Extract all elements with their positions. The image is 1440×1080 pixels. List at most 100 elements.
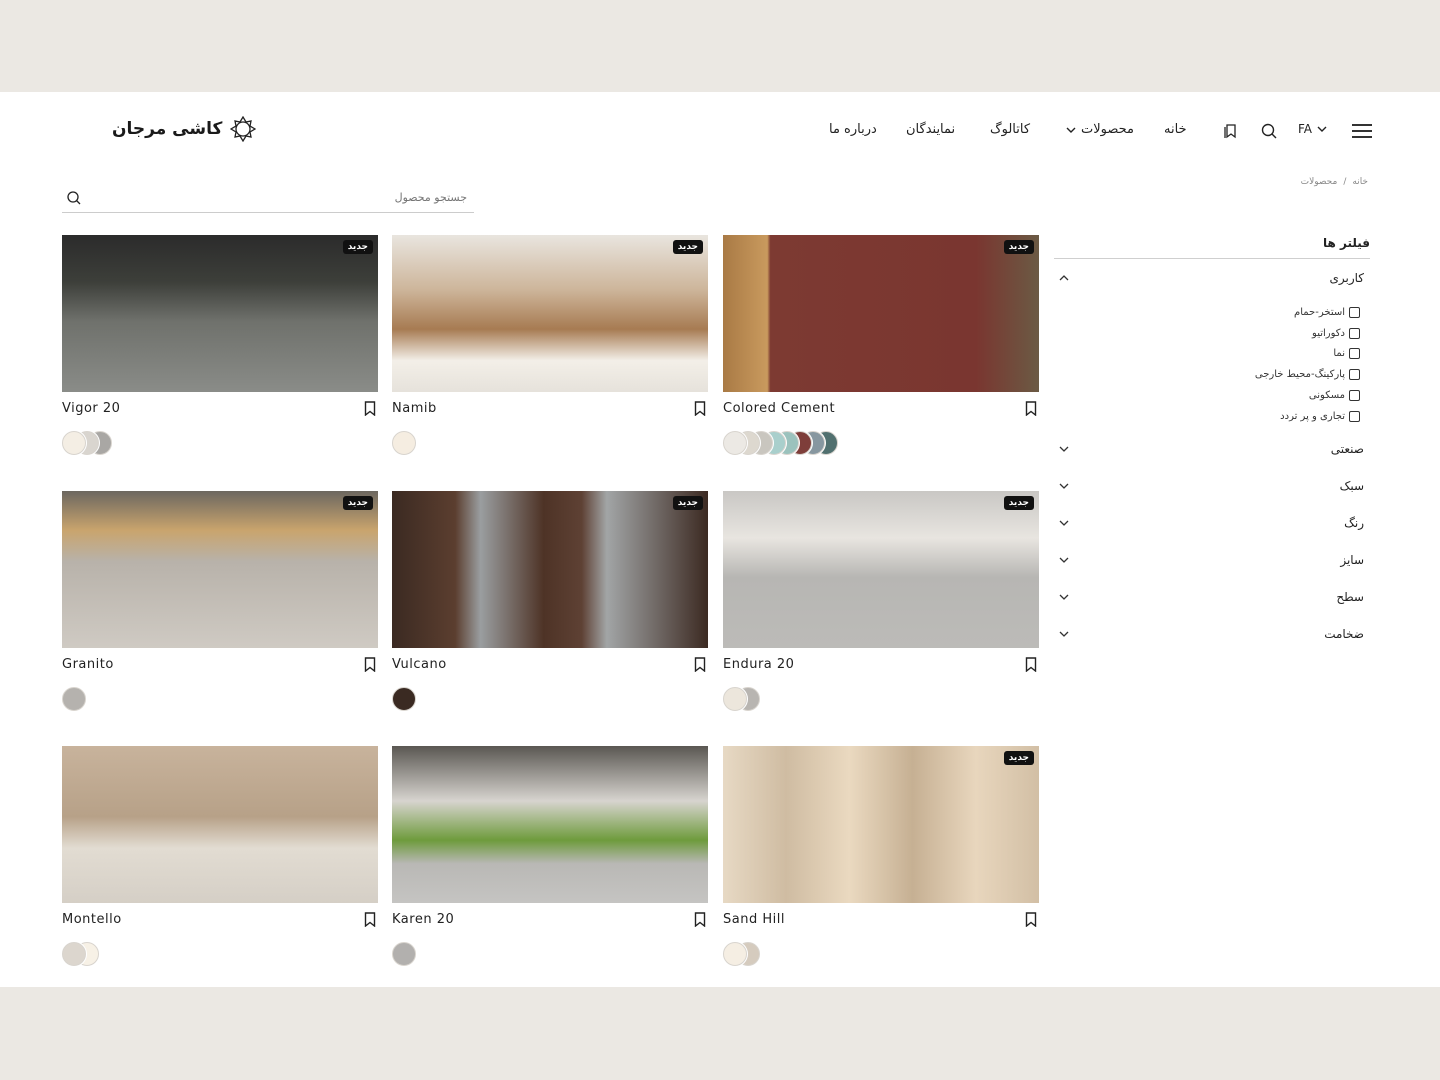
product-card[interactable]: جدید Endura 20 bbox=[723, 491, 1039, 713]
bookmark-icon[interactable] bbox=[694, 912, 706, 927]
product-card[interactable]: جدید Sand Hill bbox=[723, 746, 1039, 968]
language-switcher[interactable]: FA bbox=[1298, 122, 1328, 136]
color-swatches bbox=[723, 687, 760, 711]
product-image[interactable]: جدید bbox=[723, 491, 1039, 648]
product-name[interactable]: Colored Cement bbox=[723, 401, 835, 416]
color-swatches bbox=[62, 942, 99, 966]
new-badge: جدید bbox=[672, 496, 703, 510]
product-name[interactable]: Montello bbox=[62, 912, 122, 927]
product-name[interactable]: Karen 20 bbox=[392, 912, 454, 927]
checkbox[interactable] bbox=[1349, 348, 1360, 360]
facet-usage-label: کاربری bbox=[1329, 270, 1364, 285]
search-icon[interactable] bbox=[66, 190, 82, 206]
menu-icon[interactable] bbox=[1352, 124, 1372, 138]
product-name[interactable]: Vigor 20 bbox=[62, 401, 120, 416]
checkbox[interactable] bbox=[1349, 410, 1360, 422]
bookmark-icon[interactable] bbox=[364, 912, 376, 927]
new-badge: جدید bbox=[342, 240, 373, 254]
breadcrumb-home[interactable]: خانه bbox=[1352, 177, 1368, 187]
bookmark-icon[interactable] bbox=[1025, 912, 1037, 927]
nav-about[interactable]: درباره ما bbox=[829, 122, 877, 137]
product-name[interactable]: Sand Hill bbox=[723, 912, 785, 927]
chevron-up-icon bbox=[1059, 274, 1069, 280]
checkbox[interactable] bbox=[1349, 369, 1360, 381]
color-swatches bbox=[392, 431, 416, 455]
facet-label: سبک bbox=[1339, 479, 1364, 494]
color-swatches bbox=[62, 431, 112, 455]
nav-products[interactable]: محصولات bbox=[1065, 122, 1134, 137]
facet-usage[interactable]: کاربری bbox=[1054, 259, 1370, 296]
product-card[interactable]: Montello bbox=[62, 746, 378, 968]
search-icon[interactable] bbox=[1260, 122, 1278, 140]
bookmark-icon[interactable] bbox=[364, 657, 376, 672]
facet-style[interactable]: سبک bbox=[1054, 468, 1370, 505]
color-swatches bbox=[723, 942, 760, 966]
facet-label: صنعتی bbox=[1330, 442, 1364, 457]
facet-size[interactable]: سایز bbox=[1054, 542, 1370, 579]
bookmark-icon[interactable] bbox=[1025, 401, 1037, 416]
color-swatch[interactable] bbox=[723, 687, 747, 711]
bookmark-icon[interactable] bbox=[694, 401, 706, 416]
facet-surface[interactable]: سطح bbox=[1054, 579, 1370, 616]
new-badge: جدید bbox=[1003, 751, 1034, 765]
checkbox[interactable] bbox=[1349, 327, 1360, 339]
facet-thickness[interactable]: ضخامت bbox=[1054, 616, 1370, 653]
color-swatch[interactable] bbox=[62, 942, 86, 966]
bookmark-icon[interactable] bbox=[1025, 657, 1037, 672]
new-badge: جدید bbox=[672, 240, 703, 254]
facet-label: سایز bbox=[1340, 553, 1364, 568]
facet-color[interactable]: رنگ bbox=[1054, 505, 1370, 542]
product-card[interactable]: جدید Granito bbox=[62, 491, 378, 713]
product-image[interactable]: جدید bbox=[62, 235, 378, 392]
nav-catalog[interactable]: کاتالوگ bbox=[990, 122, 1030, 137]
product-image[interactable]: جدید bbox=[723, 746, 1039, 903]
option-label: مسکونی bbox=[1308, 390, 1345, 402]
color-swatch[interactable] bbox=[723, 942, 747, 966]
color-swatch[interactable] bbox=[392, 431, 416, 455]
chevron-down-icon bbox=[1059, 520, 1069, 527]
color-swatch[interactable] bbox=[723, 431, 747, 455]
checkbox[interactable] bbox=[1349, 390, 1360, 402]
usage-option[interactable]: مسکونی bbox=[1054, 385, 1360, 406]
checkbox[interactable] bbox=[1349, 306, 1360, 318]
usage-option[interactable]: دکوراتیو bbox=[1054, 323, 1360, 344]
new-badge: جدید bbox=[342, 496, 373, 510]
usage-option[interactable]: نما bbox=[1054, 344, 1360, 365]
product-name[interactable]: Namib bbox=[392, 401, 437, 416]
logo[interactable]: کاشی مرجان bbox=[112, 116, 257, 142]
product-card[interactable]: جدید Namib bbox=[392, 235, 708, 457]
product-image[interactable]: جدید bbox=[392, 235, 708, 392]
bookmark-icon[interactable] bbox=[364, 401, 376, 416]
product-card[interactable]: جدید Colored Cement bbox=[723, 235, 1039, 457]
product-name[interactable]: Granito bbox=[62, 657, 114, 672]
product-card[interactable]: جدید Vulcano bbox=[392, 491, 708, 713]
breadcrumb-current: محصولات bbox=[1300, 177, 1338, 187]
product-image[interactable]: جدید bbox=[62, 491, 378, 648]
color-swatch[interactable] bbox=[392, 942, 416, 966]
product-name[interactable]: Vulcano bbox=[392, 657, 447, 672]
bookmark-icon[interactable] bbox=[694, 657, 706, 672]
product-name[interactable]: Endura 20 bbox=[723, 657, 794, 672]
chevron-down-icon bbox=[1066, 127, 1076, 133]
brand-name: کاشی مرجان bbox=[112, 119, 223, 139]
nav-dealers[interactable]: نمایندگان bbox=[906, 122, 955, 137]
color-swatch[interactable] bbox=[392, 687, 416, 711]
color-swatch[interactable] bbox=[62, 687, 86, 711]
usage-option[interactable]: پارکینگ-محیط خارجی bbox=[1054, 364, 1360, 385]
product-image[interactable]: جدید bbox=[723, 235, 1039, 392]
product-card[interactable]: جدید Vigor 20 bbox=[62, 235, 378, 457]
page: FA خانه محصولات کاتالوگ نمایندگان درباره… bbox=[0, 92, 1440, 987]
usage-option[interactable]: استخر-حمام bbox=[1054, 302, 1360, 323]
color-swatch[interactable] bbox=[62, 431, 86, 455]
product-card[interactable]: Karen 20 bbox=[392, 746, 708, 968]
nav-home[interactable]: خانه bbox=[1164, 122, 1187, 137]
chevron-down-icon bbox=[1059, 557, 1069, 564]
search-input[interactable] bbox=[92, 182, 467, 212]
bookmarks-icon[interactable] bbox=[1222, 122, 1240, 140]
usage-option[interactable]: تجاری و پر تردد bbox=[1054, 406, 1360, 427]
product-image[interactable] bbox=[392, 746, 708, 903]
facet-industrial[interactable]: صنعتی bbox=[1054, 431, 1370, 468]
product-image[interactable] bbox=[62, 746, 378, 903]
chevron-down-icon bbox=[1059, 446, 1069, 453]
product-image[interactable]: جدید bbox=[392, 491, 708, 648]
